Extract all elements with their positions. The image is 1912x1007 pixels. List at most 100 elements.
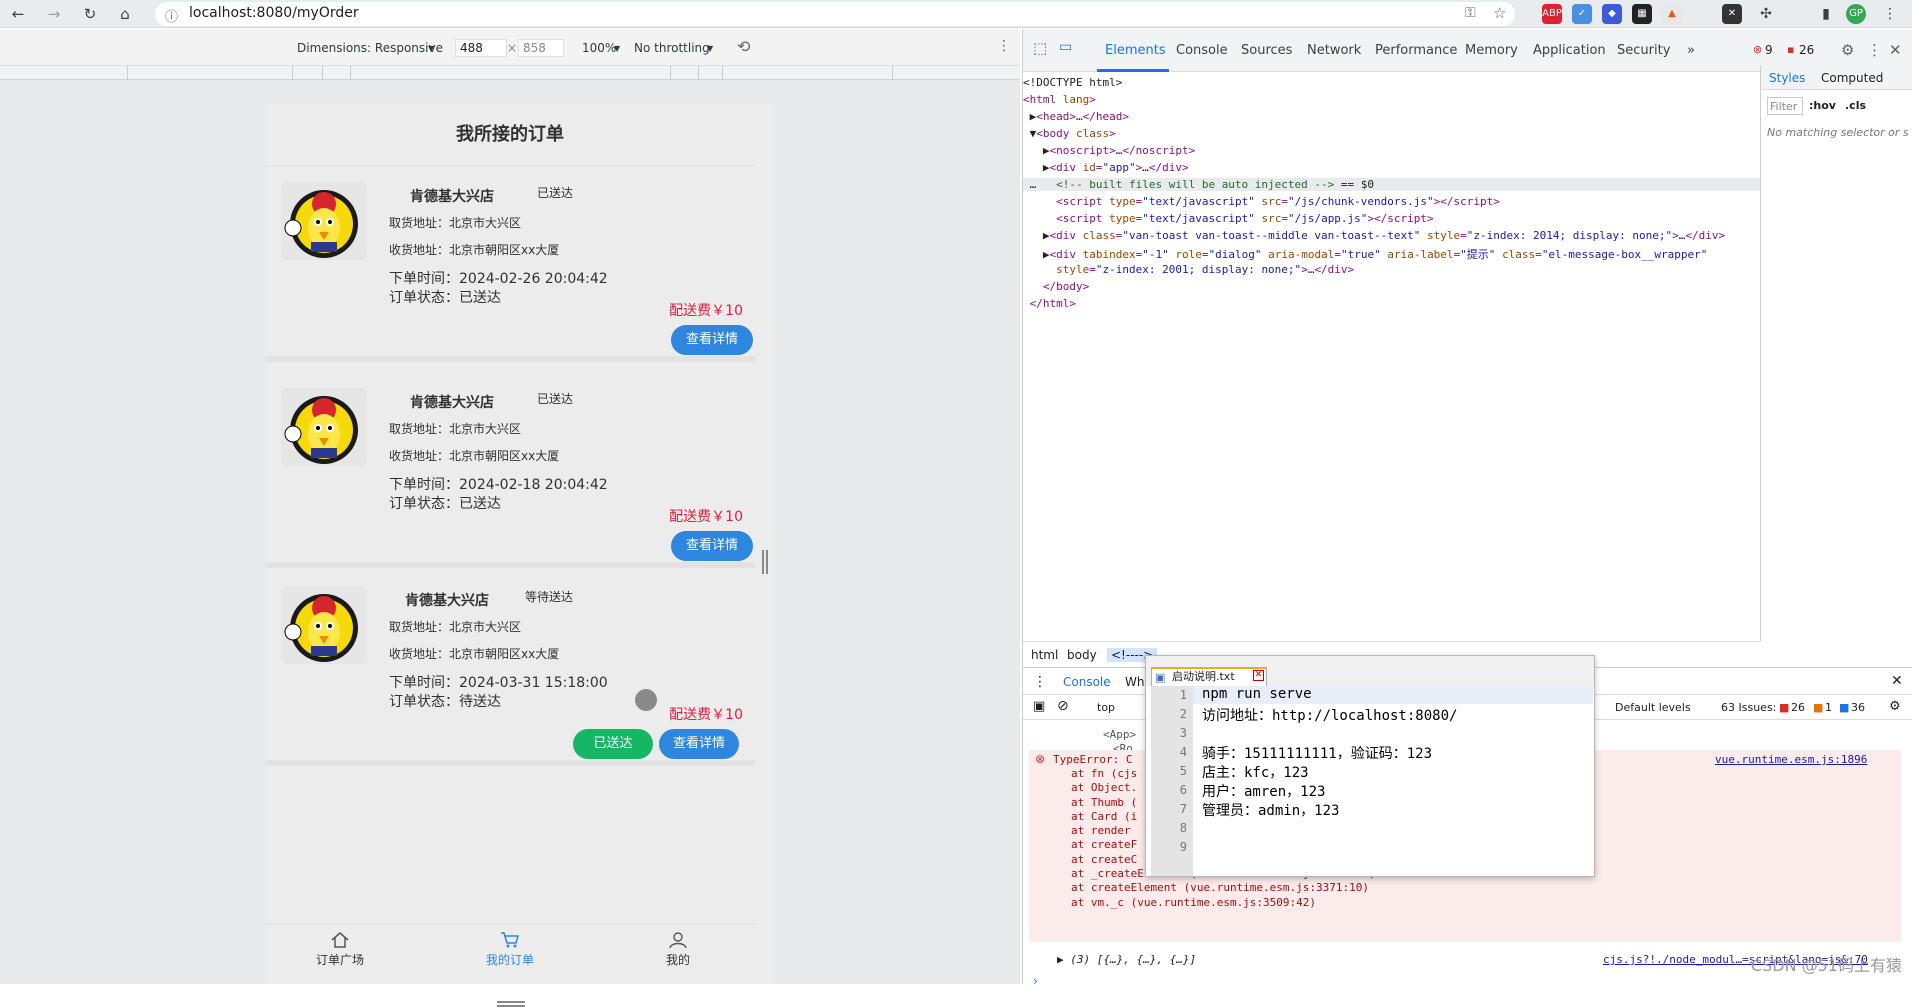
settings-gear-icon[interactable]: ⚙	[1841, 41, 1854, 59]
issues-info-count[interactable]: 36	[1851, 701, 1865, 714]
tab-network[interactable]: Network	[1307, 43, 1361, 58]
notepad-line[interactable]: 骑手：15111111111，验证码：123	[1202, 743, 1432, 763]
clear-console-icon[interactable]: ⊘	[1057, 698, 1069, 714]
info-icon[interactable]: ⓘ	[165, 6, 178, 25]
console-prompt-icon[interactable]: ›	[1033, 974, 1038, 988]
notepad-line[interactable]: 用户：amren，123	[1202, 781, 1325, 801]
sidebar-toggle-icon[interactable]: ▣	[1033, 699, 1045, 714]
sidebar-icon[interactable]: ▮	[1816, 4, 1836, 24]
close-tab-icon[interactable]: ✕	[1253, 670, 1264, 681]
order-card: 肯德基大兴店 已送达 取货地址：北京市大兴区 收货地址：北京市朝阳区xx大厦 下…	[265, 170, 755, 362]
warning-count[interactable]: 26	[1799, 43, 1814, 57]
mark-delivered-button[interactable]: 已送达	[573, 729, 653, 759]
tab-performance[interactable]: Performance	[1375, 43, 1457, 58]
notepad-line[interactable]: npm run serve	[1202, 686, 1312, 702]
notepad-file-tab[interactable]: ▣ 启动说明.txt ✕	[1151, 667, 1267, 686]
settings-gear-icon[interactable]: ⚙	[1889, 699, 1901, 714]
extension-icon[interactable]: ✓	[1572, 4, 1592, 24]
hov-toggle[interactable]: :hov	[1809, 99, 1836, 112]
drawer-menu-icon[interactable]: ⋮	[1033, 674, 1047, 690]
watermark-text: CSDN @51码上有猿	[1751, 952, 1902, 976]
more-options-icon[interactable]: ⋮	[1867, 41, 1882, 59]
order-time: 下单时间：2024-02-18 20:04:42	[389, 474, 608, 494]
drawer-tab-console[interactable]: Console	[1063, 675, 1111, 689]
tab-application[interactable]: Application	[1533, 43, 1606, 58]
pickup-address: 取货地址：北京市大兴区	[389, 618, 521, 635]
tab-profile[interactable]: 我的	[623, 931, 733, 968]
breadcrumb-body[interactable]: body	[1067, 648, 1097, 662]
rotate-icon[interactable]: ⟲	[737, 37, 750, 56]
notepad-line[interactable]: 访问地址：http://localhost:8080/	[1202, 705, 1457, 725]
error-count[interactable]: 9	[1765, 43, 1773, 57]
shop-name: 肯德基大兴店	[405, 590, 489, 610]
notepad-file-name: 启动说明.txt	[1172, 670, 1235, 683]
dom-tree[interactable]: <!DOCTYPE html> <html lang> ▶<head>…</he…	[1023, 66, 1760, 641]
puzzle-icon[interactable]: ✣	[1756, 4, 1776, 24]
home-icon[interactable]: ⌂	[115, 4, 135, 24]
extension-icon[interactable]: ✕	[1722, 4, 1742, 24]
profile-avatar[interactable]: GP	[1846, 4, 1866, 24]
view-details-button[interactable]: 查看详情	[671, 325, 753, 355]
back-icon[interactable]: ←	[8, 4, 28, 24]
tab-label: 订单广场	[316, 953, 364, 967]
issues-error-count[interactable]: 26	[1791, 701, 1805, 714]
close-icon[interactable]: ✕	[1889, 41, 1902, 59]
context-select[interactable]: top	[1097, 701, 1115, 714]
extension-icon[interactable]: ◆	[1602, 4, 1622, 24]
breadcrumb-html[interactable]: html	[1031, 648, 1058, 662]
width-input[interactable]: 488	[455, 39, 507, 57]
view-details-button[interactable]: 查看详情	[659, 729, 739, 759]
error-text[interactable]: TypeError: C	[1053, 753, 1132, 766]
tab-my-orders[interactable]: 我的订单	[455, 931, 565, 968]
device-toggle-icon[interactable]: ▭	[1059, 39, 1072, 55]
levels-select[interactable]: Default levels	[1615, 701, 1691, 714]
issues-warning-count[interactable]: 1	[1825, 701, 1832, 714]
address-bar[interactable]: ⓘ localhost:8080/myOrder ⚿ ☆	[155, 2, 1515, 26]
styles-filter-input[interactable]: Filter	[1767, 97, 1803, 115]
notepad-line[interactable]: 管理员：admin，123	[1202, 800, 1339, 820]
console-log-entry[interactable]: ▶ (3) [{…}, {…}, {…}]	[1057, 953, 1196, 966]
touch-cursor	[635, 689, 657, 711]
pickup-address: 取货地址：北京市大兴区	[389, 214, 521, 231]
dimensions-select[interactable]: Dimensions: Responsive	[297, 41, 443, 55]
reload-icon[interactable]: ↻	[80, 4, 100, 24]
order-time: 下单时间：2024-02-26 20:04:42	[389, 268, 608, 288]
key-icon[interactable]: ⚿	[1465, 5, 1476, 21]
extension-icon[interactable]: ▲	[1662, 4, 1682, 24]
order-card: 肯德基大兴店 等待送达 取货地址：北京市大兴区 收货地址：北京市朝阳区xx大厦 …	[265, 574, 755, 766]
tab-order-plaza[interactable]: 订单广场	[285, 931, 395, 968]
throttle-select[interactable]: No throttling	[634, 41, 710, 55]
more-options-icon[interactable]: ⋮	[997, 38, 1011, 54]
zoom-select[interactable]: 100%	[582, 41, 616, 55]
no-matching-selector: No matching selector or s	[1767, 126, 1909, 139]
bookmark-star-icon[interactable]: ☆	[1493, 4, 1506, 22]
kfc-logo-image	[281, 388, 367, 466]
stack-line: at createElement (vue.runtime.esm.js:337…	[1071, 881, 1376, 895]
issues-label[interactable]: 63 Issues:	[1721, 701, 1776, 714]
bottom-resize-handle[interactable]	[497, 1001, 525, 1007]
tab-computed[interactable]: Computed	[1821, 71, 1883, 85]
height-input[interactable]: 858	[518, 39, 564, 57]
cls-toggle[interactable]: .cls	[1845, 99, 1866, 112]
tab-elements[interactable]: Elements	[1105, 43, 1166, 58]
browser-toolbar: ← → ↻ ⌂ ⓘ localhost:8080/myOrder ⚿ ☆ ABP…	[0, 0, 1912, 28]
extension-icon[interactable]: ▦	[1632, 4, 1652, 24]
tab-memory[interactable]: Memory	[1465, 43, 1518, 58]
error-source-link[interactable]: vue.runtime.esm.js:1896	[1715, 753, 1867, 766]
forward-icon[interactable]: →	[44, 4, 64, 24]
more-tabs-icon[interactable]: »	[1687, 43, 1695, 58]
view-details-button[interactable]: 查看详情	[671, 531, 753, 561]
stack-line: at vm._c (vue.runtime.esm.js:3509:42)	[1071, 896, 1376, 910]
menu-icon[interactable]: ⋮	[1880, 4, 1900, 24]
tab-sources[interactable]: Sources	[1241, 43, 1292, 58]
tab-security[interactable]: Security	[1617, 43, 1670, 58]
tab-styles[interactable]: Styles	[1769, 71, 1805, 85]
notepad-line[interactable]: 店主：kfc，123	[1202, 762, 1309, 782]
inspect-icon[interactable]: ⬚	[1033, 39, 1047, 57]
status-badge: 已送达	[537, 184, 573, 201]
tab-console[interactable]: Console	[1176, 43, 1228, 58]
close-icon[interactable]: ✕	[1891, 673, 1903, 689]
adblock-icon[interactable]: ABP	[1542, 4, 1562, 24]
resize-handle[interactable]	[762, 550, 768, 574]
delivery-fee: 配送费￥10	[669, 704, 743, 724]
